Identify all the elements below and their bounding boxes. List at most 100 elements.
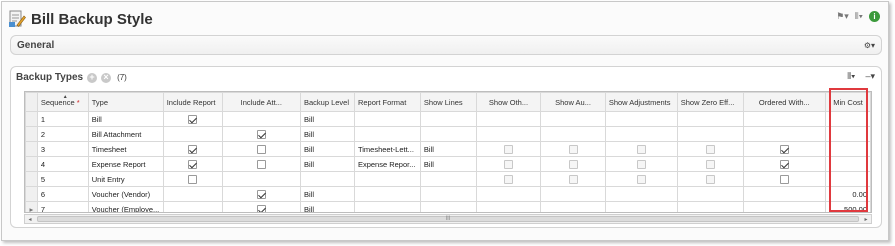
type-cell[interactable]: Expense Report [87, 156, 164, 172]
column-chooser-icon[interactable]: ⫴▾ [847, 71, 855, 82]
report-format-cell[interactable] [353, 186, 421, 202]
type-cell[interactable]: Voucher (Vendor) [87, 186, 164, 202]
add-icon[interactable]: + [87, 72, 98, 83]
column-header-type[interactable]: Type [87, 92, 164, 112]
show-audit-cell[interactable] [540, 141, 606, 157]
show-lines-cell[interactable] [419, 171, 477, 187]
show-adjustments-cell[interactable] [604, 126, 678, 142]
column-chooser-icon[interactable]: ⫴▾ [855, 11, 863, 22]
show-other-checkbox[interactable] [503, 144, 513, 154]
include-report-checkbox[interactable] [188, 114, 198, 124]
sequence-cell[interactable]: 2 [36, 126, 89, 142]
include-attachment-checkbox[interactable] [256, 144, 266, 154]
sequence-cell[interactable]: 4 [36, 156, 89, 172]
show-adjustments-checkbox[interactable] [636, 174, 646, 184]
show-audit-cell[interactable] [540, 171, 606, 187]
column-header-ordered-with[interactable]: Ordered With... [742, 92, 827, 112]
show-other-cell[interactable] [475, 141, 542, 157]
show-adjustments-cell[interactable] [604, 156, 678, 172]
column-header-include-attachment[interactable]: Include Att... [221, 92, 301, 112]
include-report-cell[interactable] [162, 156, 223, 172]
show-lines-cell[interactable] [419, 126, 477, 142]
show-adjustments-cell[interactable] [604, 111, 678, 127]
backup-level-cell[interactable]: Bill [299, 126, 355, 142]
backup-level-cell[interactable]: Bill [299, 186, 355, 202]
include-attachment-checkbox[interactable] [256, 129, 266, 139]
show-other-cell[interactable] [475, 201, 542, 212]
scroll-thumb[interactable]: III [37, 216, 859, 222]
backup-level-cell[interactable]: Bill [299, 156, 355, 172]
column-header-min-cost[interactable]: Min Cost [825, 92, 871, 112]
row-selector[interactable] [25, 156, 38, 172]
include-report-cell[interactable] [162, 141, 223, 157]
report-format-cell[interactable] [353, 111, 421, 127]
min-cost-cell[interactable] [825, 171, 871, 187]
column-header-backup-level[interactable]: Backup Level [299, 92, 355, 112]
table-row[interactable]: 5 Unit Entry [25, 171, 871, 187]
type-cell[interactable]: Unit Entry [87, 171, 164, 187]
report-format-cell[interactable]: Timesheet-Lett... [353, 141, 421, 157]
min-cost-cell[interactable] [825, 156, 871, 172]
sequence-cell[interactable]: 6 [36, 186, 89, 202]
sequence-cell[interactable]: 1 [36, 111, 89, 127]
sequence-cell[interactable]: 3 [36, 141, 89, 157]
show-adjustments-checkbox[interactable] [636, 144, 646, 154]
ordered-with-checkbox[interactable] [779, 174, 789, 184]
column-header-show-audit[interactable]: Show Au... [540, 92, 606, 112]
min-cost-cell[interactable]: 500.00 [825, 201, 871, 212]
show-audit-checkbox[interactable] [568, 159, 578, 169]
show-lines-cell[interactable] [419, 201, 477, 212]
show-zero-effort-checkbox[interactable] [705, 159, 715, 169]
report-format-cell[interactable] [353, 126, 421, 142]
ordered-with-cell[interactable] [742, 141, 827, 157]
report-format-cell[interactable]: Expense Repor... [353, 156, 421, 172]
row-selector[interactable] [25, 111, 38, 127]
show-other-checkbox[interactable] [503, 174, 513, 184]
table-row[interactable]: 4 Expense Report Bill Expense Repor... Bill [25, 156, 871, 172]
column-header-include-report[interactable]: Include Report [162, 92, 223, 112]
show-adjustments-cell[interactable] [604, 171, 678, 187]
include-attachment-cell[interactable] [221, 156, 301, 172]
min-cost-cell[interactable]: 0.00 [825, 186, 871, 202]
column-header-report-format[interactable]: Report Format [353, 92, 421, 112]
backup-level-cell[interactable]: Bill [299, 141, 355, 157]
table-row[interactable]: 1 Bill Bill [25, 111, 871, 127]
type-cell[interactable]: Voucher (Employe... [87, 201, 164, 212]
show-zero-effort-cell[interactable] [676, 126, 744, 142]
ordered-with-cell[interactable] [742, 126, 827, 142]
show-audit-cell[interactable] [540, 201, 606, 212]
column-header-show-other[interactable]: Show Oth... [475, 92, 542, 112]
show-zero-effort-cell[interactable] [676, 186, 744, 202]
ordered-with-cell[interactable] [742, 171, 827, 187]
general-panel[interactable]: General ⚙▾ [10, 35, 882, 55]
ordered-with-checkbox[interactable] [779, 144, 789, 154]
type-cell[interactable]: Timesheet [87, 141, 164, 157]
show-other-cell[interactable] [475, 111, 542, 127]
include-report-cell[interactable] [162, 186, 223, 202]
row-selector[interactable] [25, 171, 38, 187]
ordered-with-cell[interactable] [742, 186, 827, 202]
include-attachment-cell[interactable] [221, 141, 301, 157]
include-report-checkbox[interactable] [188, 174, 198, 184]
show-audit-cell[interactable] [540, 111, 606, 127]
show-zero-effort-cell[interactable] [676, 171, 744, 187]
show-zero-effort-checkbox[interactable] [705, 144, 715, 154]
include-attachment-checkbox[interactable] [256, 159, 266, 169]
scroll-left-icon[interactable]: ◂ [25, 215, 35, 223]
show-other-cell[interactable] [475, 126, 542, 142]
backup-level-cell[interactable]: Bill [299, 201, 355, 212]
scroll-right-icon[interactable]: ▸ [861, 215, 871, 223]
ordered-with-cell[interactable] [742, 156, 827, 172]
include-report-cell[interactable] [162, 111, 223, 127]
show-other-checkbox[interactable] [503, 159, 513, 169]
show-zero-effort-cell[interactable] [676, 141, 744, 157]
show-adjustments-cell[interactable] [604, 201, 678, 212]
show-zero-effort-cell[interactable] [676, 201, 744, 212]
backup-level-cell[interactable]: Bill [299, 111, 355, 127]
show-other-cell[interactable] [475, 171, 542, 187]
ordered-with-checkbox[interactable] [779, 159, 789, 169]
show-audit-cell[interactable] [540, 156, 606, 172]
include-report-cell[interactable] [162, 171, 223, 187]
show-adjustments-checkbox[interactable] [636, 159, 646, 169]
table-row[interactable]: 3 Timesheet Bill Timesheet-Lett... Bill [25, 141, 871, 157]
